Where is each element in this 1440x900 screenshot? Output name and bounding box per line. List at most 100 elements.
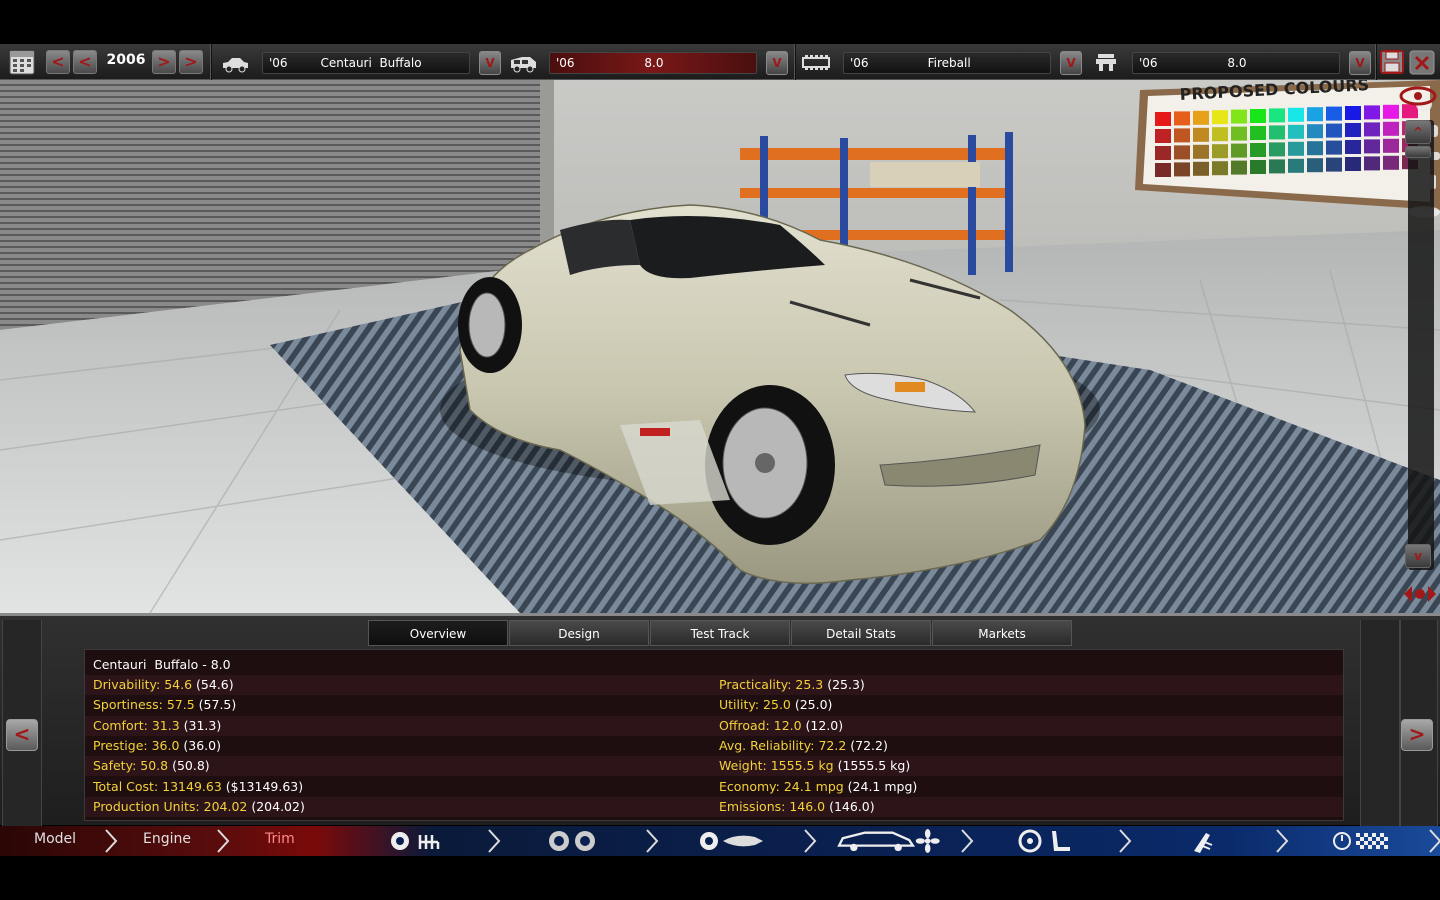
checker-square [1360,837,1364,841]
engine-year: '06 [850,56,869,70]
stat-label: Production Units: 204.02 [93,798,248,814]
suspension-icon[interactable] [697,829,767,853]
checker-square [1360,845,1364,849]
stat-right: Weight: 1555.5 kg (1555.5 kg) [719,758,910,773]
stat-left: Production Units: 204.02 (204.02) [93,799,305,814]
save-icon[interactable] [1379,48,1405,76]
colour-swatch [1269,142,1285,157]
tab-overview[interactable]: Overview [368,620,508,646]
body-icon [508,48,538,76]
garage-scene[interactable]: PROPOSED COLOURS ^ v [0,80,1440,613]
year-prev-fast-button[interactable]: < [46,50,70,74]
colour-swatch [1364,156,1380,171]
chassis-icon [220,48,250,76]
chevron-right-icon [1119,829,1132,853]
colour-swatch [1193,127,1209,142]
car-title: Centauri Buffalo - 8.0 [93,657,231,672]
colour-swatch [1364,139,1380,154]
colour-swatch [1307,107,1323,122]
stat-right: Offroad: 12.0 (12.0) [719,718,843,733]
prev-panel-button[interactable]: < [6,719,38,751]
chassis-dropdown-button[interactable]: V [479,51,501,75]
trim-name: 8.0 [1227,56,1247,70]
stat-left: Prestige: 36.0 (36.0) [93,738,221,753]
zoom-scrollbar[interactable] [1408,120,1434,570]
colour-swatch [1231,109,1247,124]
body-name: 8.0 [644,56,664,70]
stats-table: Centauri Buffalo - 8.0 Drivability: 54.6… [84,649,1344,821]
stat-raw-value: (54.6) [192,677,234,692]
stat-label: Total Cost: 13149.63 [93,778,222,794]
stat-raw-value: (31.3) [179,717,222,733]
stat-label: Avg. Reliability: 72.2 [719,737,847,753]
year-next-fast-button[interactable]: > [179,50,203,74]
zoom-up-button[interactable]: ^ [1405,120,1431,144]
colour-swatch [1288,158,1304,173]
stat-label: Safety: 50.8 [93,758,169,774]
trim-dropdown-button[interactable]: V [1349,51,1371,75]
stat-label: Utility: 25.0 [719,697,791,713]
tab-test-track[interactable]: Test Track [650,620,790,646]
workflow-nav: Model Engine Trim [0,826,1440,856]
close-icon[interactable] [1408,48,1436,76]
engine-selector[interactable]: '06 Fireball [843,52,1051,74]
interior-icon[interactable] [1018,829,1074,853]
front-wheel [705,385,835,545]
colour-swatch [1155,146,1171,160]
colour-swatch [1383,104,1399,119]
colour-swatch [1193,110,1209,125]
stats-row: Safety: 50.8 (50.8) Weight: 1555.5 kg (15… [85,756,1343,777]
zoom-handle[interactable] [1405,146,1431,158]
stat-right: Utility: 25.0 (25.0) [719,697,832,712]
panel-tabs: Overview Design Test Track Detail Stats Mark… [368,620,1073,646]
zoom-down-button[interactable]: v [1405,544,1431,568]
colour-swatch [1383,138,1399,153]
stat-label: Practicality: 25.3 [719,677,824,692]
colour-swatch [1174,111,1190,126]
checker-square [1368,837,1372,841]
colour-swatch [1345,106,1361,120]
wheels-icon[interactable] [547,829,599,853]
tab-markets[interactable]: Markets [932,620,1072,646]
colour-swatch [1193,161,1209,176]
year-next-button[interactable]: > [152,50,176,74]
colour-swatch [1231,126,1247,141]
stat-left: Drivability: 54.6 (54.6) [93,677,234,692]
colour-swatch [1155,129,1171,143]
fixtures-icon[interactable] [1188,829,1218,853]
right-rail [1360,620,1400,826]
colour-swatch [1269,125,1285,140]
calendar-icon[interactable] [8,48,38,76]
nav-engine[interactable]: Engine [143,831,191,847]
gearbox-icon[interactable] [388,829,448,853]
nav-model[interactable]: Model [34,831,76,847]
tab-design[interactable]: Design [509,620,649,646]
tab-detail-stats[interactable]: Detail Stats [791,620,931,646]
year-prev-button[interactable]: < [73,50,97,74]
next-panel-button[interactable]: > [1401,719,1433,751]
aero-icon[interactable] [833,829,943,853]
nav-trim[interactable]: Trim [265,831,295,847]
chassis-selector[interactable]: '06 Centauri Buffalo [262,52,470,74]
stat-label: Offroad: 12.0 [719,717,802,733]
trim-selector[interactable]: '06 8.0 [1132,52,1340,74]
stat-raw-value: (25.3) [823,677,865,692]
top-toolbar: < < 2006 > > '06 Centauri Buffalo V '06 … [0,44,1440,80]
colour-swatch [1326,140,1342,155]
colour-swatch [1326,123,1342,138]
checker-square [1356,833,1360,837]
colour-swatch [1231,143,1247,158]
stat-raw-value: (1555.5 kg) [833,758,911,774]
chevron-right-icon [488,829,501,853]
stat-label: Drivability: 54.6 [93,677,193,692]
colour-swatch [1155,163,1171,177]
colour-swatch [1212,127,1228,142]
stat-label: Weight: 1555.5 kg [719,758,834,774]
colour-swatch [1212,144,1228,159]
body-selector[interactable]: '06 8.0 [549,52,757,74]
engine-dropdown-button[interactable]: V [1060,51,1082,75]
body-dropdown-button[interactable]: V [766,51,788,75]
finish-flag-icon[interactable] [1332,829,1392,853]
colour-swatch [1212,161,1228,176]
stats-row: Production Units: 204.02 (204.02) Emissio… [85,796,1343,817]
